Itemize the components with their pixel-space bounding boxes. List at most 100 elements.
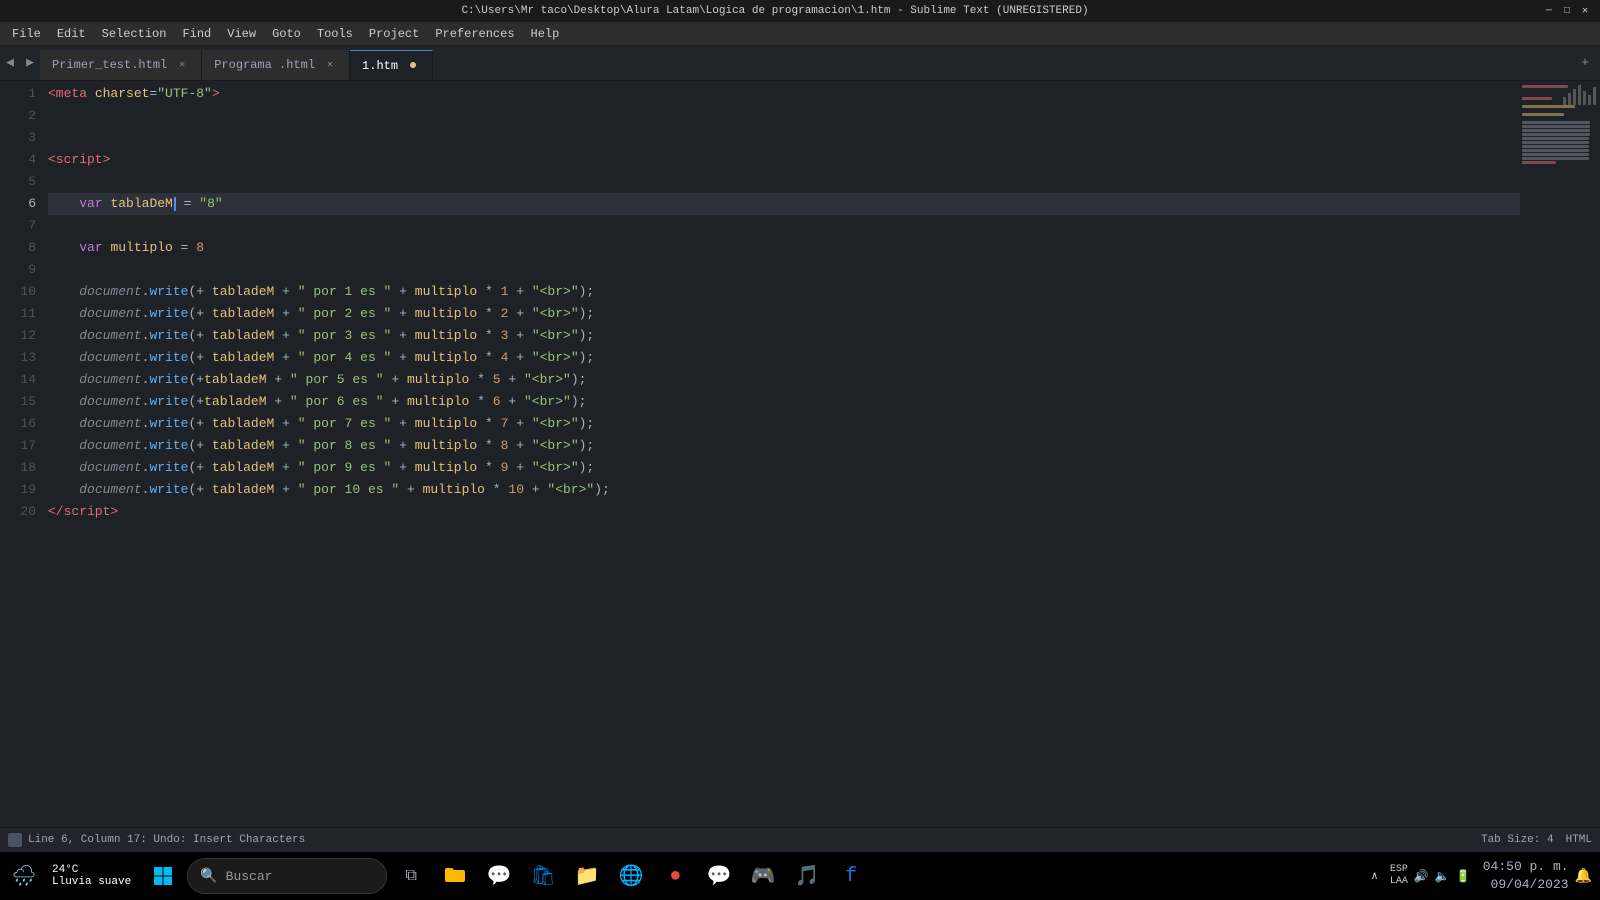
- notification-icon[interactable]: 🔔: [1575, 868, 1592, 885]
- minimap-line-15: [1522, 141, 1589, 144]
- taskbar: 🌧 24°C Lluvia suave 🔍 Buscar ⧉ 💬 🛍 📁 🌐 ●…: [0, 852, 1600, 900]
- line-num-20: 20: [0, 501, 36, 523]
- minimap-line-20: [1522, 161, 1556, 164]
- tab-1htm-label: 1.htm: [362, 59, 398, 73]
- taskbar-edge-icon[interactable]: 🌐: [611, 856, 651, 896]
- menu-bar: File Edit Selection Find View Goto Tools…: [0, 22, 1600, 46]
- menu-goto[interactable]: Goto: [264, 25, 309, 43]
- tab-primer-test-label: Primer_test.html: [52, 58, 167, 72]
- minimap-line-13: [1522, 133, 1590, 136]
- new-tab-button[interactable]: +: [1570, 45, 1600, 80]
- line-num-2: 2: [0, 105, 36, 127]
- code-line-12: document.write(+ tabladeM + " por 3 es "…: [48, 325, 1520, 347]
- tab-primer-test[interactable]: Primer_test.html ✕: [40, 50, 202, 80]
- system-tray: ∧ ESP LAA 🔊 🔈 🔋 04:50 p. m. 09/04/2023 🔔: [1371, 858, 1592, 894]
- status-language[interactable]: HTML: [1566, 834, 1592, 846]
- minimap-line-17: [1522, 149, 1589, 152]
- menu-edit[interactable]: Edit: [49, 25, 94, 43]
- minimap-line-11: [1522, 125, 1590, 128]
- battery-icon[interactable]: 🔋: [1456, 869, 1471, 884]
- line-num-19: 19: [0, 479, 36, 501]
- menu-selection[interactable]: Selection: [94, 25, 175, 43]
- maximize-button[interactable]: □: [1560, 4, 1574, 18]
- minimap-line-4: [1522, 97, 1552, 100]
- taskbar-search[interactable]: 🔍 Buscar: [187, 858, 387, 894]
- tab-prev-button[interactable]: ◀: [0, 45, 20, 80]
- start-button[interactable]: [143, 856, 183, 896]
- line-num-6: 6: [0, 193, 36, 215]
- menu-tools[interactable]: Tools: [309, 25, 361, 43]
- tab-next-button[interactable]: ▶: [20, 45, 40, 80]
- menu-preferences[interactable]: Preferences: [427, 25, 522, 43]
- line-num-9: 9: [0, 259, 36, 281]
- taskbar-explorer-icon[interactable]: 📁: [567, 856, 607, 896]
- minimap-line-6: [1522, 105, 1575, 108]
- network-icon[interactable]: 🔊: [1414, 869, 1429, 884]
- input-language-badge[interactable]: ESP LAA: [1390, 864, 1408, 888]
- code-line-8: var multiplo = 8: [48, 237, 1520, 259]
- weather-temp: 24°C: [52, 864, 131, 876]
- status-icon: [8, 833, 22, 847]
- status-bar: Line 6, Column 17: Undo: Insert Characte…: [0, 827, 1600, 852]
- editor-container: 1 2 3 4 5 6 7 8 9 10 11 12 13 14 15 16 1…: [0, 81, 1600, 827]
- minimap-line-8: [1522, 113, 1564, 116]
- taskbar-discord-icon[interactable]: 🎮: [743, 856, 783, 896]
- taskbar-facebook-icon[interactable]: f: [831, 856, 871, 896]
- code-line-5: [48, 171, 1520, 193]
- taskbar-app1-icon[interactable]: ●: [655, 856, 695, 896]
- tab-programa-close[interactable]: ✕: [323, 58, 337, 72]
- windows-logo-icon: [153, 866, 173, 886]
- close-button[interactable]: ✕: [1578, 4, 1592, 18]
- menu-file[interactable]: File: [4, 25, 49, 43]
- tab-1htm[interactable]: 1.htm ●: [350, 50, 433, 80]
- code-line-10: document.write(+ tabladeM + " por 1 es "…: [48, 281, 1520, 303]
- code-line-17: document.write(+ tabladeM + " por 8 es "…: [48, 435, 1520, 457]
- code-line-14: document.write(+tabladeM + " por 5 es " …: [48, 369, 1520, 391]
- tray-expand-icon[interactable]: ∧: [1371, 869, 1378, 883]
- taskbar-app2-icon[interactable]: 🎵: [787, 856, 827, 896]
- menu-project[interactable]: Project: [361, 25, 427, 43]
- code-line-13: document.write(+ tabladeM + " por 4 es "…: [48, 347, 1520, 369]
- taskbar-files-icon[interactable]: [435, 856, 475, 896]
- line-num-13: 13: [0, 347, 36, 369]
- title-bar: C:\Users\Mr taco\Desktop\Alura Latam\Log…: [0, 0, 1600, 22]
- code-line-16: document.write(+ tabladeM + " por 7 es "…: [48, 413, 1520, 435]
- tab-programa[interactable]: Programa .html ✕: [202, 50, 350, 80]
- minimize-button[interactable]: ─: [1542, 4, 1556, 18]
- line-num-8: 8: [0, 237, 36, 259]
- code-line-1: <meta charset="UTF-8">: [48, 83, 1520, 105]
- code-line-20: </script>: [48, 501, 1520, 523]
- taskbar-time-display: 04:50 p. m.: [1483, 858, 1569, 876]
- minimap-line-16: [1522, 145, 1589, 148]
- volume-icon[interactable]: 🔈: [1435, 869, 1450, 884]
- status-left: Line 6, Column 17: Undo: Insert Characte…: [8, 833, 1481, 847]
- line-num-18: 18: [0, 457, 36, 479]
- taskbar-chat-icon[interactable]: 💬: [479, 856, 519, 896]
- minimap-decoration: [1563, 85, 1596, 105]
- taskbar-datetime[interactable]: 04:50 p. m. 09/04/2023: [1483, 858, 1569, 894]
- minimap-line-1: [1522, 85, 1568, 88]
- menu-view[interactable]: View: [219, 25, 264, 43]
- status-tabsize[interactable]: Tab Size: 4: [1481, 834, 1554, 846]
- code-area[interactable]: <meta charset="UTF-8"> <script> var tabl…: [44, 81, 1520, 827]
- line-num-5: 5: [0, 171, 36, 193]
- line-num-14: 14: [0, 369, 36, 391]
- code-line-6: var tablaDeM = "8": [48, 193, 1520, 215]
- minimap: [1520, 81, 1600, 827]
- taskbar-whatsapp-icon[interactable]: 💬: [699, 856, 739, 896]
- menu-find[interactable]: Find: [174, 25, 219, 43]
- code-line-19: document.write(+ tabladeM + " por 10 es …: [48, 479, 1520, 501]
- tab-primer-test-close[interactable]: ✕: [175, 58, 189, 72]
- status-right: Tab Size: 4 HTML: [1481, 834, 1592, 846]
- folder-icon: [443, 864, 467, 888]
- code-line-15: document.write(+tabladeM + " por 6 es " …: [48, 391, 1520, 413]
- code-line-3: [48, 127, 1520, 149]
- taskbar-store-icon[interactable]: 🛍: [523, 856, 563, 896]
- code-line-18: document.write(+ tabladeM + " por 9 es "…: [48, 457, 1520, 479]
- line-num-11: 11: [0, 303, 36, 325]
- task-view-button[interactable]: ⧉: [391, 856, 431, 896]
- tab-1htm-close[interactable]: ●: [406, 59, 420, 73]
- tab-bar: ◀ ▶ Primer_test.html ✕ Programa .html ✕ …: [0, 46, 1600, 81]
- menu-help[interactable]: Help: [523, 25, 568, 43]
- title-text: C:\Users\Mr taco\Desktop\Alura Latam\Log…: [8, 5, 1542, 17]
